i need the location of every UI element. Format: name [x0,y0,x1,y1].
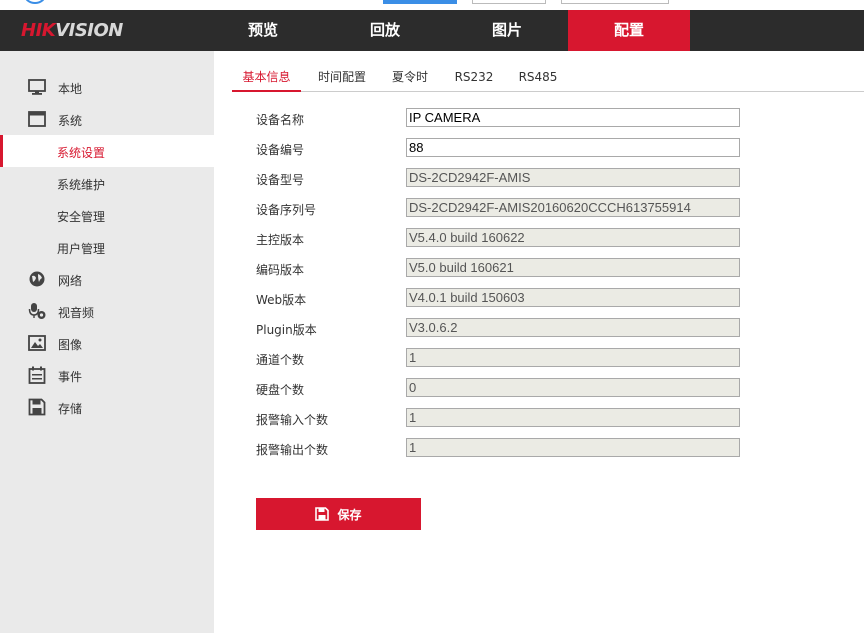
device-number-input[interactable]: 88 [406,138,740,157]
save-button-label: 保存 [337,507,362,522]
globe-icon [29,271,45,287]
sidebar-item-label: 系统设置 [57,146,106,160]
field-label: 硬盘个数 [256,383,305,397]
sidebar-item-label: 网络 [58,274,83,288]
field-label: 编码版本 [256,263,305,277]
sidebar-item-label: 图像 [58,338,83,352]
floppy-disk-icon [315,507,330,521]
sidebar-subitem-user-management[interactable]: 用户管理 [0,231,214,263]
field-label: 设备编号 [256,143,305,157]
serial-number-field: DS-2CD2942F-AMIS20160620CCCH613755914 [406,198,740,217]
nav-picture[interactable]: 图片 [446,10,568,51]
sidebar: 本地 系统 系统设置 系统维护 安全管理 用户管理 网络 视音频 图像 事件 存… [0,51,214,633]
logo-part-1: HIK [21,20,56,41]
tab-dst[interactable]: 夏令时 [388,62,432,92]
nav-preview[interactable]: 预览 [202,10,324,51]
sidebar-item-label: 安全管理 [57,210,106,224]
main-nav: 预览 回放 图片 配置 [202,10,690,51]
field-label: Web版本 [256,293,307,307]
top-box-2[interactable] [561,0,669,4]
sidebar-subitem-security[interactable]: 安全管理 [0,199,214,231]
sidebar-item-label: 视音频 [58,306,95,320]
sidebar-item-image[interactable]: 图像 [0,327,214,359]
header-bar: HIKVISION 预览 回放 图片 配置 [0,10,864,51]
floppy-disk-icon [28,398,46,416]
plugin-version-field: V3.0.6.2 [406,318,740,337]
sidebar-item-label: 存储 [58,402,83,416]
tab-rs232[interactable]: RS232 [452,62,496,92]
device-model-field: DS-2CD2942F-AMIS [406,168,740,187]
encoding-version-field: V5.0 build 160621 [406,258,740,277]
channel-count-field: 1 [406,348,740,367]
tab-time-settings[interactable]: 时间配置 [314,62,370,92]
window-icon [28,111,46,127]
logo-part-2: VISION [55,20,123,41]
sidebar-subitem-system-maintenance[interactable]: 系统维护 [0,167,214,199]
top-strip [0,0,864,10]
sidebar-item-label: 事件 [58,370,83,384]
field-label: 设备型号 [256,173,305,187]
sidebar-item-storage[interactable]: 存储 [0,391,214,423]
firmware-version-field: V5.4.0 build 160622 [406,228,740,247]
config-tabs: 基本信息 时间配置 夏令时 RS232 RS485 [232,62,864,92]
sidebar-item-label: 系统维护 [57,178,106,192]
sidebar-item-label: 用户管理 [57,242,106,256]
field-label: 主控版本 [256,233,305,247]
field-label: 报警输入个数 [256,413,329,427]
save-button[interactable]: 保存 [256,498,421,530]
field-label: Plugin版本 [256,323,317,337]
device-name-input[interactable]: IP CAMERA [406,108,740,127]
field-label: 设备序列号 [256,203,317,217]
field-label: 报警输出个数 [256,443,329,457]
browser-arc-decoration [24,0,46,4]
field-label: 通道个数 [256,353,305,367]
hikvision-logo: HIKVISION [21,20,123,41]
tab-rs485[interactable]: RS485 [516,62,560,92]
sidebar-item-video-audio[interactable]: 视音频 [0,295,214,327]
top-box-1[interactable] [472,0,546,4]
alarm-output-count-field: 1 [406,438,740,457]
sidebar-item-system[interactable]: 系统 [0,103,214,135]
sidebar-subitem-system-settings[interactable]: 系统设置 [0,135,214,167]
field-label: 设备名称 [256,113,305,127]
image-icon [28,335,46,351]
web-version-field: V4.0.1 build 150603 [406,288,740,307]
monitor-icon [28,79,46,95]
sidebar-item-label: 本地 [58,82,83,96]
sidebar-item-local[interactable]: 本地 [0,71,214,103]
nav-configuration[interactable]: 配置 [568,10,690,51]
sidebar-item-event[interactable]: 事件 [0,359,214,391]
alarm-input-count-field: 1 [406,408,740,427]
tab-basic-info[interactable]: 基本信息 [232,62,301,92]
sidebar-item-label: 系统 [58,114,83,128]
sidebar-item-network[interactable]: 网络 [0,263,214,295]
top-blue-tab[interactable] [383,0,457,4]
microphone-camera-icon [28,303,46,319]
nav-playback[interactable]: 回放 [324,10,446,51]
hdd-count-field: 0 [406,378,740,397]
calendar-icon [28,366,46,384]
